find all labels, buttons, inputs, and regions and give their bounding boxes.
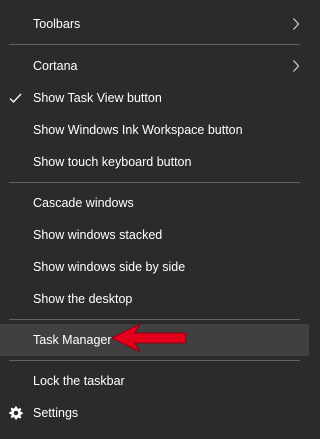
menu-item-toolbars[interactable]: Toolbars [0,8,309,40]
menu-item-windows-stacked[interactable]: Show windows stacked [0,219,309,251]
task-manager-label: Task Manager [33,333,112,347]
menu-separator [9,360,300,361]
toolbars-label: Toolbars [33,17,81,31]
show-task-view-label: Show Task View button [33,91,162,105]
menu-item-settings[interactable]: Settings [0,397,309,429]
menu-separator [9,182,300,183]
menu-item-lock-taskbar[interactable]: Lock the taskbar [0,365,309,397]
checkmark-icon [9,93,22,103]
menu-item-windows-side-by-side[interactable]: Show windows side by side [0,251,309,283]
windows-stacked-label: Show windows stacked [33,228,163,242]
chevron-right-icon [293,60,300,72]
menu-item-cascade-windows[interactable]: Cascade windows [0,187,309,219]
show-ink-workspace-label: Show Windows Ink Workspace button [33,123,243,137]
menu-item-show-task-view[interactable]: Show Task View button [0,82,309,114]
menu-separator [9,44,300,45]
show-touch-keyboard-label: Show touch keyboard button [33,155,192,169]
cascade-windows-label: Cascade windows [33,196,134,210]
show-desktop-label: Show the desktop [33,292,133,306]
windows-side-by-side-label: Show windows side by side [33,260,186,274]
chevron-right-icon [293,18,300,30]
menu-item-show-ink-workspace[interactable]: Show Windows Ink Workspace button [0,114,309,146]
cortana-label: Cortana [33,59,78,73]
taskbar-context-menu: Toolbars Cortana Show Task View button S… [0,0,309,439]
red-arrow-icon [110,322,187,354]
gear-icon [9,406,23,420]
menu-item-show-desktop[interactable]: Show the desktop [0,283,309,315]
lock-taskbar-label: Lock the taskbar [33,374,125,388]
menu-separator [9,319,300,320]
menu-item-show-touch-keyboard[interactable]: Show touch keyboard button [0,146,309,178]
menu-item-cortana[interactable]: Cortana [0,50,309,82]
settings-label: Settings [33,406,79,420]
